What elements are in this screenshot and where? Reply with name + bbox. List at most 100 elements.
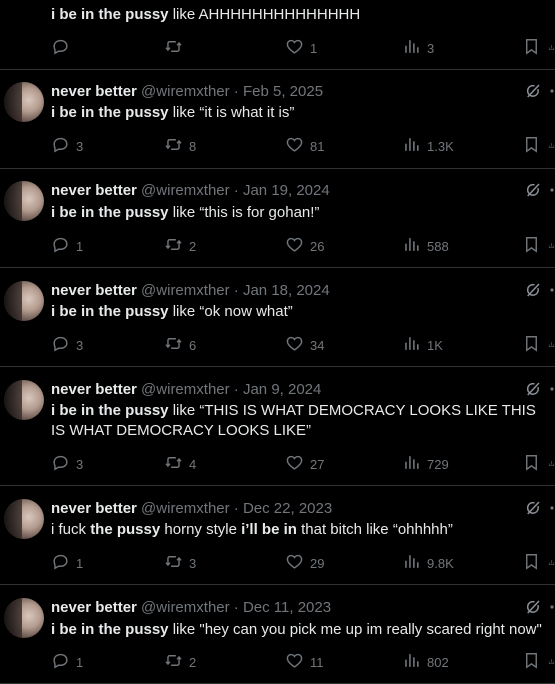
tweet[interactable]: never better @wiremxther · Jan 19, 2024 i… bbox=[0, 169, 555, 268]
grok-icon[interactable] bbox=[524, 281, 542, 299]
views-button[interactable]: 802 bbox=[402, 652, 449, 672]
retweet-button[interactable]: 3 bbox=[164, 553, 196, 573]
retweet-button[interactable]: 8 bbox=[164, 136, 196, 156]
like-count: 11 bbox=[310, 654, 324, 670]
like-button[interactable]: 81 bbox=[285, 136, 324, 156]
share-button[interactable] bbox=[548, 136, 555, 156]
bookmark-button[interactable] bbox=[522, 335, 541, 355]
more-icon[interactable] bbox=[548, 82, 555, 100]
tweet-header: never better @wiremxther · Dec 11, 2023 bbox=[51, 598, 331, 617]
share-button[interactable] bbox=[548, 454, 555, 474]
reply-count: 3 bbox=[76, 138, 84, 154]
author-handle[interactable]: @wiremxther bbox=[141, 83, 230, 100]
bookmark-icon bbox=[522, 651, 541, 673]
author-handle[interactable]: @wiremxther bbox=[141, 282, 230, 299]
retweet-button[interactable]: 6 bbox=[164, 335, 196, 355]
retweet-button[interactable]: 2 bbox=[164, 236, 196, 256]
like-button[interactable]: 1 bbox=[285, 38, 317, 58]
reply-button[interactable]: 1 bbox=[51, 236, 83, 256]
avatar[interactable] bbox=[4, 281, 44, 321]
like-button[interactable]: 27 bbox=[285, 454, 324, 474]
more-icon[interactable] bbox=[548, 181, 555, 199]
tweet-date[interactable]: Dec 22, 2023 bbox=[243, 500, 332, 517]
more-icon[interactable] bbox=[548, 380, 555, 398]
author-name[interactable]: never better bbox=[51, 83, 137, 100]
like-button[interactable]: 26 bbox=[285, 236, 324, 256]
tweet-date[interactable]: Jan 9, 2024 bbox=[243, 381, 321, 398]
bookmark-button[interactable] bbox=[522, 38, 541, 58]
retweet-count: 2 bbox=[189, 654, 197, 670]
author-name[interactable]: never better bbox=[51, 500, 137, 517]
grok-icon[interactable] bbox=[524, 380, 542, 398]
retweet-button[interactable] bbox=[164, 38, 189, 58]
views-button[interactable]: 3 bbox=[402, 38, 434, 58]
more-icon[interactable] bbox=[548, 499, 555, 517]
author-handle[interactable]: @wiremxther bbox=[141, 381, 230, 398]
tweet-date[interactable]: Jan 18, 2024 bbox=[243, 282, 330, 299]
share-button[interactable] bbox=[548, 553, 555, 573]
tweet-date[interactable]: Dec 11, 2023 bbox=[243, 599, 331, 616]
views-button[interactable]: 9.8K bbox=[402, 553, 454, 573]
tweet[interactable]: i be in the pussy like AHHHHHHHHHHHHHH 1 3 bbox=[0, 0, 555, 70]
bar-chart-icon bbox=[402, 334, 421, 356]
bar-chart-icon bbox=[402, 453, 421, 475]
like-button[interactable]: 11 bbox=[285, 652, 324, 672]
reply-button[interactable]: 3 bbox=[51, 335, 83, 355]
author-handle[interactable]: @wiremxther bbox=[141, 500, 230, 517]
reply-button[interactable]: 3 bbox=[51, 454, 83, 474]
author-name[interactable]: never better bbox=[51, 182, 137, 199]
retweet-button[interactable]: 4 bbox=[164, 454, 196, 474]
avatar[interactable] bbox=[4, 181, 44, 221]
tweet[interactable]: never better @wiremxther · Jan 9, 2024 i … bbox=[0, 367, 555, 486]
bar-chart-icon bbox=[402, 37, 421, 59]
bookmark-button[interactable] bbox=[522, 454, 541, 474]
share-icon bbox=[548, 652, 555, 669]
like-button[interactable]: 34 bbox=[285, 335, 324, 355]
share-button[interactable] bbox=[548, 236, 555, 256]
tweet[interactable]: never better @wiremxther · Dec 22, 2023 i… bbox=[0, 486, 555, 585]
reply-button[interactable]: 3 bbox=[51, 136, 83, 156]
bookmark-button[interactable] bbox=[522, 236, 541, 256]
author-name[interactable]: never better bbox=[51, 599, 137, 616]
views-button[interactable]: 588 bbox=[402, 236, 449, 256]
bookmark-button[interactable] bbox=[522, 136, 541, 156]
avatar[interactable] bbox=[4, 499, 44, 539]
author-handle[interactable]: @wiremxther bbox=[141, 182, 230, 199]
share-button[interactable] bbox=[548, 38, 555, 58]
action-bar: 1 2 11 802 bbox=[0, 652, 555, 672]
view-count: 9.8K bbox=[427, 555, 454, 571]
avatar[interactable] bbox=[4, 380, 44, 420]
tweet[interactable]: never better @wiremxther · Feb 5, 2025 i … bbox=[0, 70, 555, 169]
share-button[interactable] bbox=[548, 652, 555, 672]
like-button[interactable]: 29 bbox=[285, 553, 324, 573]
avatar[interactable] bbox=[4, 82, 44, 122]
share-button[interactable] bbox=[548, 335, 555, 355]
reply-button[interactable]: 1 bbox=[51, 652, 83, 672]
bookmark-button[interactable] bbox=[522, 553, 541, 573]
grok-icon[interactable] bbox=[524, 598, 542, 616]
grok-icon[interactable] bbox=[524, 499, 542, 517]
avatar[interactable] bbox=[4, 598, 44, 638]
share-icon bbox=[548, 236, 555, 253]
author-name[interactable]: never better bbox=[51, 282, 137, 299]
grok-icon[interactable] bbox=[524, 181, 542, 199]
grok-icon[interactable] bbox=[524, 82, 542, 100]
tweet-date[interactable]: Jan 19, 2024 bbox=[243, 182, 330, 199]
author-name[interactable]: never better bbox=[51, 381, 137, 398]
reply-button[interactable]: 1 bbox=[51, 553, 83, 573]
more-icon[interactable] bbox=[548, 598, 555, 616]
reply-button[interactable] bbox=[51, 38, 76, 58]
bookmark-button[interactable] bbox=[522, 652, 541, 672]
views-button[interactable]: 729 bbox=[402, 454, 449, 474]
tweet[interactable]: never better @wiremxther · Jan 18, 2024 i… bbox=[0, 268, 555, 367]
tweet[interactable]: never better @wiremxther · Dec 11, 2023 i… bbox=[0, 585, 555, 684]
retweet-button[interactable]: 2 bbox=[164, 652, 196, 672]
tweet-text: i be in the pussy like AHHHHHHHHHHHHHH bbox=[51, 5, 549, 25]
author-handle[interactable]: @wiremxther bbox=[141, 599, 230, 616]
more-icon[interactable] bbox=[548, 281, 555, 299]
reply-count: 1 bbox=[76, 654, 84, 670]
text-span: like "hey can you pick me up im really s… bbox=[168, 621, 542, 638]
views-button[interactable]: 1.3K bbox=[402, 136, 454, 156]
tweet-date[interactable]: Feb 5, 2025 bbox=[243, 83, 323, 100]
views-button[interactable]: 1K bbox=[402, 335, 443, 355]
